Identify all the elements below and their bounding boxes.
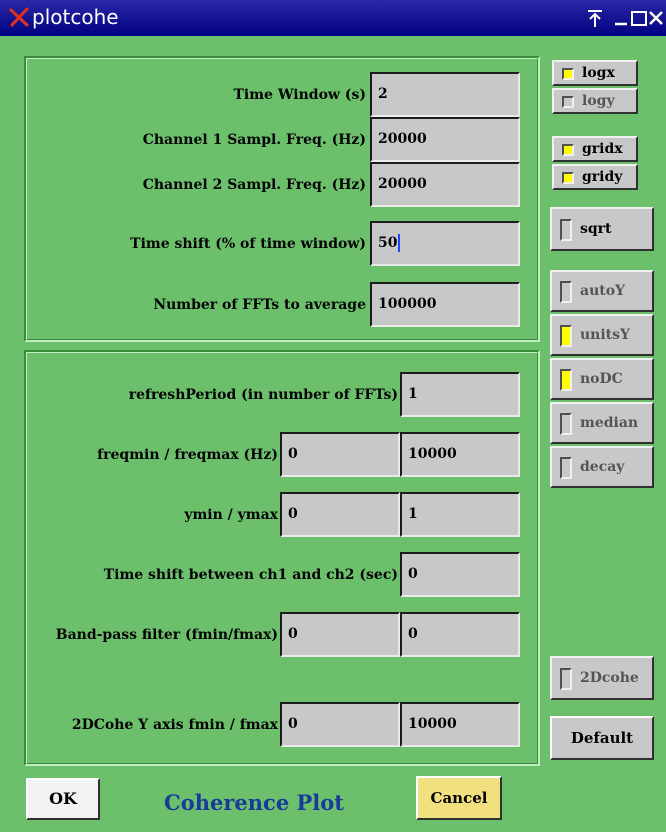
text-caret: [398, 234, 401, 252]
autoy-toggle[interactable]: autoY: [550, 270, 654, 312]
decay-toggle[interactable]: decay: [550, 446, 654, 488]
logx-indicator: [562, 68, 574, 80]
median-indicator: [560, 413, 572, 435]
dialog-title: Coherence Plot: [164, 790, 344, 815]
gridy-toggle[interactable]: gridy: [552, 164, 638, 190]
autoy-indicator: [560, 281, 572, 303]
nodc-toggle[interactable]: noDC: [550, 358, 654, 400]
logx-label: logx: [582, 65, 615, 81]
logy-toggle[interactable]: logy: [552, 88, 638, 114]
gridy-label: gridy: [582, 169, 623, 185]
time-window-label: Time Window (s): [233, 87, 367, 103]
ch1-freq-label: Channel 1 Sampl. Freq. (Hz): [142, 132, 366, 148]
sqrt-toggle[interactable]: sqrt: [550, 207, 654, 251]
nodc-label: noDC: [580, 371, 623, 387]
ch-shift-input[interactable]: 0: [400, 552, 520, 597]
time-window-input[interactable]: 2: [370, 72, 520, 117]
gridy-indicator: [562, 172, 574, 184]
decay-label: decay: [580, 459, 625, 475]
title-bar[interactable]: plotcohe: [0, 0, 666, 36]
refresh-period-input[interactable]: 1: [400, 372, 520, 417]
ch2-freq-label: Channel 2 Sampl. Freq. (Hz): [142, 177, 366, 193]
freq-range-label: freqmin / freqmax (Hz): [97, 447, 278, 463]
default-button[interactable]: Default: [550, 716, 654, 760]
time-shift-label: Time shift (% of time window): [130, 236, 366, 252]
cohe2d-label: 2Dcohe: [580, 670, 639, 686]
pin-icon[interactable]: [584, 7, 606, 29]
sqrt-indicator: [560, 219, 572, 241]
time-shift-input[interactable]: 50: [370, 221, 520, 266]
autoy-label: autoY: [580, 283, 626, 299]
cohe2d-fmin-input[interactable]: 0: [280, 702, 400, 747]
ch-shift-label: Time shift between ch1 and ch2 (sec): [103, 567, 398, 583]
ok-button[interactable]: OK: [26, 778, 100, 820]
nodc-indicator: [560, 369, 572, 391]
median-toggle[interactable]: median: [550, 402, 654, 444]
sqrt-label: sqrt: [580, 221, 612, 237]
freqmax-input[interactable]: 10000: [400, 432, 520, 477]
ymin-input[interactable]: 0: [280, 492, 400, 537]
gridx-toggle[interactable]: gridx: [552, 136, 638, 162]
logx-toggle[interactable]: logx: [552, 60, 638, 86]
cancel-button[interactable]: Cancel: [416, 776, 502, 820]
close-icon[interactable]: [645, 7, 666, 29]
ch2-freq-input[interactable]: 20000: [370, 162, 520, 207]
unitsy-toggle[interactable]: unitsY: [550, 314, 654, 356]
window-title: plotcohe: [32, 5, 119, 29]
bandpass-fmin-input[interactable]: 0: [280, 612, 400, 657]
refresh-period-label: refreshPeriod (in number of FFTs): [128, 387, 398, 403]
cohe2d-range-label: 2DCohe Y axis fmin / fmax: [71, 717, 278, 733]
logy-indicator: [562, 96, 574, 108]
unitsy-indicator: [560, 325, 572, 347]
fft-average-input[interactable]: 100000: [370, 282, 520, 327]
ymax-input[interactable]: 1: [400, 492, 520, 537]
unitsy-label: unitsY: [580, 327, 631, 343]
logy-label: logy: [582, 93, 615, 109]
fft-average-label: Number of FFTs to average: [153, 297, 366, 313]
gridx-indicator: [562, 144, 574, 156]
cohe2d-toggle[interactable]: 2Dcohe: [550, 656, 654, 700]
plotcohe-window: plotcohe Time Window (s) 2 Channel 1 Sam…: [0, 0, 666, 832]
bandpass-label: Band-pass filter (fmin/fmax): [55, 627, 278, 643]
y-range-label: ymin / ymax: [184, 507, 278, 523]
decay-indicator: [560, 457, 572, 479]
cohe2d-indicator: [560, 668, 572, 690]
time-shift-value: 50: [378, 235, 398, 251]
gridx-label: gridx: [582, 141, 623, 157]
bandpass-fmax-input[interactable]: 0: [400, 612, 520, 657]
freqmin-input[interactable]: 0: [280, 432, 400, 477]
ch1-freq-input[interactable]: 20000: [370, 117, 520, 162]
median-label: median: [580, 415, 639, 431]
cohe2d-fmax-input[interactable]: 10000: [400, 702, 520, 747]
app-x-icon: [9, 7, 29, 27]
